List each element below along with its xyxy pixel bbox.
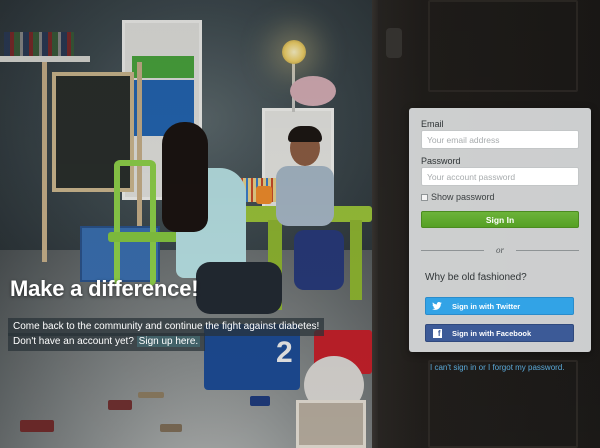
show-password-checkbox[interactable]: [421, 194, 428, 201]
show-password-label[interactable]: Show password: [431, 192, 495, 202]
email-input[interactable]: [421, 130, 579, 149]
social-heading: Why be old fashioned?: [425, 272, 527, 283]
hero-signup-prompt: Don't have an account yet? Sign up here.: [8, 333, 206, 351]
signup-link[interactable]: Sign up here.: [136, 336, 201, 347]
twitter-signin-label: Sign in with Twitter: [452, 301, 521, 311]
signup-prompt-text: Don't have an account yet?: [13, 336, 134, 347]
hero-title: Make a difference!: [10, 276, 199, 301]
or-divider: or: [421, 244, 580, 256]
facebook-signin-button[interactable]: f Sign in with Facebook: [425, 324, 574, 342]
divider-line: [421, 249, 484, 251]
signin-card: Email Password Show password Sign In or …: [409, 108, 591, 352]
password-input[interactable]: [421, 167, 579, 186]
signin-button[interactable]: Sign In: [421, 211, 579, 228]
facebook-f-icon: f: [426, 325, 448, 341]
divider-line: [516, 249, 580, 251]
help-separator: or: [476, 363, 489, 372]
divider-or-text: or: [496, 245, 505, 255]
forgot-password-link[interactable]: I forgot my password.: [488, 363, 564, 372]
twitter-bird-icon: [426, 298, 448, 314]
facebook-signin-label: Sign in with Facebook: [452, 328, 532, 338]
password-label: Password: [421, 156, 461, 166]
cant-signin-link[interactable]: I can't sign in: [430, 363, 476, 372]
twitter-signin-button[interactable]: Sign in with Twitter: [425, 297, 574, 315]
help-links: I can't sign in or I forgot my password.: [430, 363, 565, 372]
email-label: Email: [421, 119, 444, 129]
